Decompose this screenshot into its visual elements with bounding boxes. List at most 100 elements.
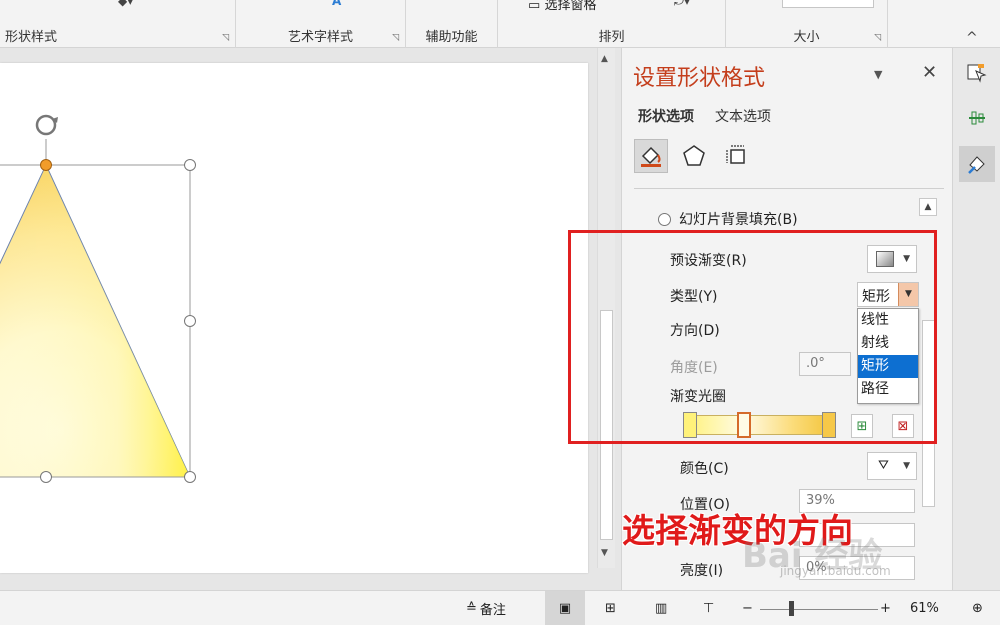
direction-label: 方向(D): [670, 323, 720, 339]
ribbon-group-shape-styles: ◆▾ 形状样式 ◹: [0, 0, 236, 48]
size-properties-icon[interactable]: [720, 139, 754, 173]
resize-handle: [184, 159, 196, 171]
type-option-linear[interactable]: 线性: [858, 309, 918, 332]
chevron-down-icon: ▼: [903, 461, 910, 471]
gradient-stops-bar[interactable]: [686, 415, 829, 435]
notes-button[interactable]: ≙ 备注: [466, 591, 506, 625]
scroll-down-icon[interactable]: ▼: [601, 548, 608, 558]
scroll-up-icon[interactable]: ▲: [919, 198, 937, 216]
pane-separator: [634, 188, 944, 189]
notes-label: 备注: [479, 603, 506, 618]
pane-vertical-scrollbar[interactable]: ▲: [919, 198, 937, 588]
dialog-launcher-icon[interactable]: ◹: [222, 33, 229, 43]
add-stop-icon: ⊞: [856, 418, 868, 434]
ribbon-group-size: 大小 ◹: [726, 0, 888, 48]
angle-input[interactable]: .0°: [799, 352, 851, 376]
radio-circle[interactable]: [658, 212, 671, 226]
slide-bg-fill-radio[interactable]: 幻灯片背景填充(B): [658, 209, 798, 229]
resize-handle: [184, 471, 196, 483]
adjust-handle: [40, 159, 52, 171]
scroll-thumb[interactable]: [600, 310, 613, 540]
text-effects-icon[interactable]: A: [332, 0, 341, 8]
ribbon-group-label: 形状样式: [5, 30, 58, 45]
normal-view-icon: ▣: [558, 601, 572, 616]
watermark-url: jingyan.baidu.com: [780, 564, 891, 578]
format-paint-icon: [968, 156, 985, 174]
zoom-slider-thumb[interactable]: [789, 601, 794, 616]
width-input[interactable]: [782, 0, 874, 8]
slide-bg-fill-label: 幻灯片背景填充(B): [679, 212, 798, 228]
close-icon[interactable]: ✕: [922, 62, 937, 83]
dialog-launcher-icon[interactable]: ◹: [392, 33, 399, 43]
status-bar: ≙ 备注 ▣ ⊞ ▥ ⊤ − + 61% ⊕: [0, 590, 1000, 625]
task-pane-rail: [952, 48, 1000, 590]
scroll-up-icon[interactable]: ▲: [601, 54, 608, 64]
gradient-stops-label: 渐变光圈: [670, 389, 726, 405]
fit-slide-button[interactable]: ⊕: [972, 591, 983, 625]
type-selected-value: 矩形: [862, 289, 890, 305]
select-cursor-icon: [967, 64, 987, 83]
type-option-radial[interactable]: 射线: [858, 332, 918, 355]
format-shape-rail-button[interactable]: [959, 146, 995, 182]
collapse-ribbon-icon[interactable]: ^: [966, 30, 978, 46]
gradient-stop-selected[interactable]: [737, 412, 751, 438]
shape-effects-icon[interactable]: ◆▾: [118, 0, 133, 8]
reading-view-button[interactable]: ▥: [655, 591, 667, 625]
tab-shape-options[interactable]: 形状选项: [638, 106, 694, 126]
remove-stop-icon: ⊠: [897, 418, 909, 434]
resize-handle: [40, 471, 52, 483]
slide-sorter-button[interactable]: ⊞: [605, 591, 616, 625]
ribbon-group-label: 大小: [793, 30, 820, 45]
type-option-path[interactable]: 路径: [858, 378, 918, 401]
preset-gradient-label: 预设渐变(R): [670, 253, 747, 269]
slide-canvas-area: ▲ ▼: [0, 48, 620, 590]
zoom-level[interactable]: 61%: [910, 591, 939, 625]
rotation-handle-icon: [35, 114, 58, 136]
type-option-rectangular[interactable]: 矩形: [858, 355, 918, 378]
dialog-launcher-icon[interactable]: ◹: [874, 33, 881, 43]
preset-gradient-dropdown[interactable]: ▼: [867, 245, 917, 273]
selection-pane-rail-button[interactable]: [959, 56, 995, 92]
color-picker-dropdown[interactable]: ⛛ ▼: [867, 452, 917, 480]
pane-title: 设置形状格式: [633, 66, 766, 91]
align-icon: [969, 111, 985, 125]
ribbon-group-label: 辅助功能: [425, 30, 478, 45]
slideshow-button[interactable]: ⊤: [703, 591, 714, 625]
gradient-type-select[interactable]: 矩形 ▼: [857, 282, 919, 307]
zoom-out-button[interactable]: −: [742, 591, 753, 625]
fill-line-icon[interactable]: [634, 139, 668, 173]
zoom-in-button[interactable]: +: [880, 591, 891, 625]
slide-sorter-icon: ⊞: [605, 601, 616, 616]
ribbon-group-wordart-styles: A 艺术字样式 ◹: [236, 0, 406, 48]
gradient-stop[interactable]: [683, 412, 697, 438]
reading-view-icon: ▥: [655, 601, 668, 616]
notes-icon: ≙: [466, 601, 477, 616]
slideshow-icon: ⊤: [703, 601, 715, 616]
remove-gradient-stop-button[interactable]: ⊠: [892, 414, 914, 438]
ribbon-group-label: 艺术字样式: [287, 30, 353, 45]
chevron-down-icon: ▼: [903, 254, 910, 264]
brightness-label: 亮度(I): [680, 563, 724, 579]
add-gradient-stop-button[interactable]: ⊞: [851, 414, 873, 438]
align-rail-button[interactable]: [959, 100, 995, 136]
gradient-type-dropdown-list: 线性 射线 矩形 路径: [857, 308, 919, 404]
ribbon: ◆▾ 形状样式 ◹ A 艺术字样式 ◹ 辅助功能 ▭ 选择窗格 ⤾▾ 排列 大小…: [0, 0, 1000, 48]
rotate-icon[interactable]: ⤾▾: [674, 0, 690, 9]
gradient-stop[interactable]: [822, 412, 836, 438]
paint-bucket-icon: ⛛: [878, 458, 889, 473]
normal-view-button[interactable]: ▣: [545, 591, 585, 625]
selection-pane-label: 选择窗格: [544, 0, 597, 13]
effects-icon[interactable]: [677, 139, 711, 173]
tab-text-options[interactable]: 文本选项: [715, 106, 771, 126]
selection-pane-button[interactable]: ▭ 选择窗格: [528, 0, 596, 13]
slide[interactable]: [0, 63, 588, 573]
pane-scroll-thumb[interactable]: [922, 320, 935, 507]
chevron-down-icon[interactable]: ▼: [898, 283, 918, 306]
slide-vertical-scrollbar[interactable]: ▲ ▼: [597, 48, 615, 568]
fit-to-window-icon: ⊕: [972, 601, 983, 616]
ribbon-group-accessibility: 辅助功能: [406, 0, 498, 48]
gradient-preview-icon: [876, 251, 894, 267]
triangle-shape-svg[interactable]: [0, 63, 588, 573]
zoom-slider[interactable]: [760, 609, 878, 610]
pane-options-icon[interactable]: ▼: [874, 68, 882, 81]
